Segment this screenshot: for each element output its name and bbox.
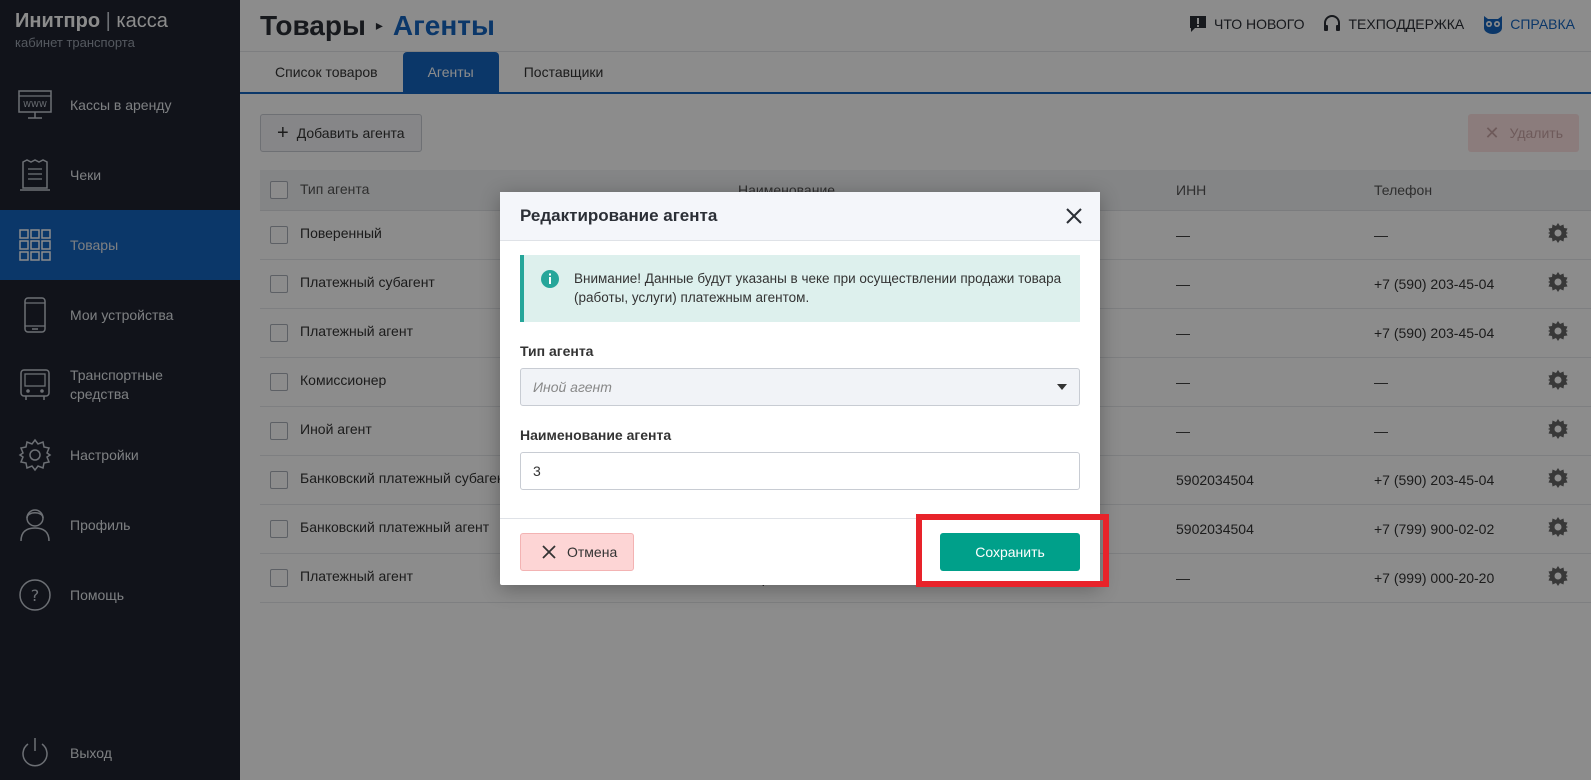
agent-name-input[interactable]: 3 xyxy=(520,452,1080,490)
modal-title: Редактирование агента xyxy=(520,206,718,225)
agent-type-value: Иной агент xyxy=(533,379,612,395)
agent-type-label: Тип агента xyxy=(520,343,594,359)
close-icon[interactable] xyxy=(1062,204,1086,228)
alert-text: Внимание! Данные будут указаны в чеке пр… xyxy=(574,271,1062,305)
save-button-highlight xyxy=(916,514,1109,587)
agent-type-select[interactable]: Иной агент xyxy=(520,368,1080,406)
cancel-button[interactable]: Отмена xyxy=(520,533,635,571)
caret-down-icon xyxy=(1057,384,1067,390)
info-icon xyxy=(540,269,560,293)
modal-header: Редактирование агента xyxy=(500,192,1100,241)
cancel-label: Отмена xyxy=(567,544,618,560)
info-alert: Внимание! Данные будут указаны в чеке пр… xyxy=(520,255,1080,322)
close-icon xyxy=(542,545,556,559)
agent-name-label: Наименование агента xyxy=(520,427,672,443)
